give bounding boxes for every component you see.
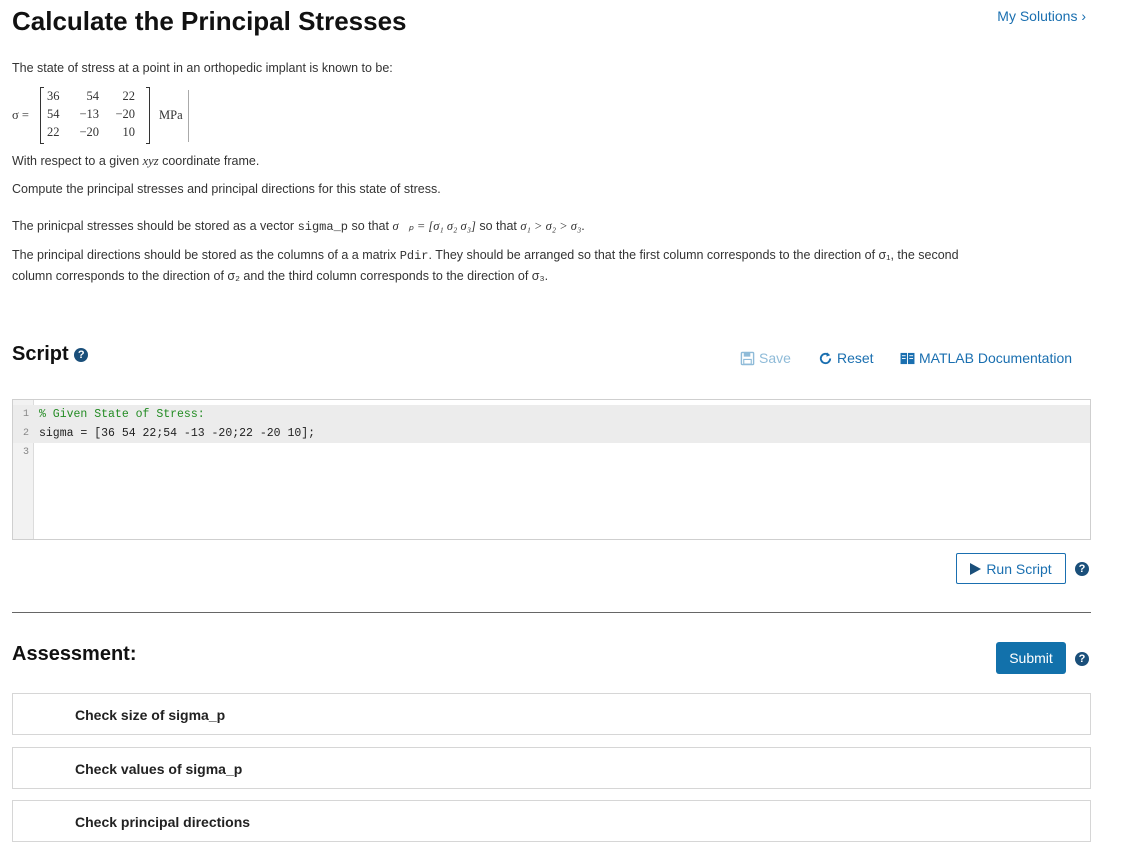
sigma-label: σ = xyxy=(12,108,29,122)
vector-text-post: so that xyxy=(475,219,521,233)
vector-var: sigma_p xyxy=(297,220,348,234)
reset-button[interactable]: Reset xyxy=(818,350,874,366)
vector-text-end: . xyxy=(581,219,585,233)
documentation-label: MATLAB Documentation xyxy=(919,350,1073,366)
assessment-item-label: Check values of sigma_p xyxy=(75,761,243,777)
play-icon xyxy=(970,562,982,575)
matrix-cell: −13 xyxy=(79,107,99,121)
vector-math: σ⃗ₚ = [σ₁ σ₂ σ₃] xyxy=(392,219,476,233)
save-icon xyxy=(740,351,755,365)
vector-text: The prinicpal stresses should be stored … xyxy=(12,218,585,234)
assessment-item[interactable]: Check principal directions xyxy=(12,800,1091,842)
directions-text-post: . They should be arranged so that the fi… xyxy=(428,248,959,262)
code-editor[interactable]: 1 % Given State of Stress: 2 sigma = [36… xyxy=(12,399,1091,540)
assessment-title: Assessment: xyxy=(12,643,137,665)
matlab-documentation-link[interactable]: MATLAB Documentation xyxy=(900,350,1072,366)
section-divider xyxy=(12,612,1091,613)
compute-text: Compute the principal stresses and princ… xyxy=(12,182,441,196)
matrix-cell: 54 xyxy=(47,107,60,121)
line-number: 2 xyxy=(22,428,29,439)
save-label: Save xyxy=(759,350,791,366)
matrix-cell: −20 xyxy=(115,107,135,121)
vector-text-pre: The prinicpal stresses should be stored … xyxy=(12,219,298,233)
line-number: 3 xyxy=(22,447,29,458)
problem-intro: The state of stress at a point in an ort… xyxy=(12,61,393,75)
documentation-icon xyxy=(900,352,915,364)
run-script-button[interactable]: Run Script xyxy=(956,553,1066,584)
code-line[interactable]: 1 % Given State of Stress: xyxy=(13,405,1090,424)
frame-text-post: coordinate frame. xyxy=(158,154,260,168)
matrix-cell: 54 xyxy=(86,89,100,103)
matrix-cell: 10 xyxy=(122,125,136,139)
code-text: % Given State of Stress: xyxy=(39,408,205,421)
assessment-item[interactable]: Check size of sigma_p xyxy=(12,693,1091,735)
assessment-item[interactable]: Check values of sigma_p xyxy=(12,747,1091,789)
matrix-row: 22 −20 10 xyxy=(47,125,139,143)
code-line[interactable]: 2 sigma = [36 54 22;54 -13 -20;22 -20 10… xyxy=(13,424,1090,443)
script-title: Script ? xyxy=(12,343,89,366)
directions-text-line2: column corresponds to the direction of σ… xyxy=(12,269,549,283)
help-icon[interactable]: ? xyxy=(1075,652,1089,666)
line-number: 1 xyxy=(22,409,29,420)
vector-order-math: σ₁ > σ₂ > σ₃ xyxy=(520,219,582,233)
matrix-divider xyxy=(188,90,189,142)
save-button[interactable]: Save xyxy=(740,350,791,366)
my-solutions-link[interactable]: My Solutions › xyxy=(997,8,1086,24)
matrix-row: 36 54 22 xyxy=(47,89,139,107)
reset-label: Reset xyxy=(837,350,874,366)
matrix-brackets: 36 54 22 54 −13 −20 22 −20 10 xyxy=(40,87,150,144)
matrix-cell: −20 xyxy=(79,125,99,139)
unit-label: MPa xyxy=(159,108,183,122)
assessment-item-label: Check size of sigma_p xyxy=(75,707,226,723)
code-line[interactable]: 3 xyxy=(13,443,1090,462)
matrix-cell: 36 xyxy=(47,89,60,103)
vector-text-mid: so that xyxy=(347,219,393,233)
submit-button[interactable]: Submit xyxy=(996,642,1066,674)
matrix-row: 54 −13 −20 xyxy=(47,107,139,125)
stress-matrix: σ = 36 54 22 54 −13 −20 22 −20 10 MPa xyxy=(12,87,192,144)
frame-text: With respect to a given xyz coordinate f… xyxy=(12,154,259,169)
help-icon[interactable]: ? xyxy=(74,347,89,362)
script-title-text: Script xyxy=(12,343,69,365)
directions-var: Pdir xyxy=(399,249,429,263)
frame-math: xyz xyxy=(142,154,159,168)
matrix-cell: 22 xyxy=(122,89,136,103)
assessment-item-label: Check principal directions xyxy=(75,814,251,830)
help-icon[interactable]: ? xyxy=(1075,562,1089,576)
frame-text-pre: With respect to a given xyxy=(12,154,143,168)
directions-text-line1: The principal directions should be store… xyxy=(12,248,959,263)
matrix-cell: 22 xyxy=(47,125,60,139)
code-text: sigma = [36 54 22;54 -13 -20;22 -20 10]; xyxy=(39,427,316,440)
page-title: Calculate the Principal Stresses xyxy=(12,6,407,36)
run-script-label: Run Script xyxy=(986,560,1052,577)
directions-text-pre: The principal directions should be store… xyxy=(12,248,400,262)
reset-icon xyxy=(819,351,832,364)
